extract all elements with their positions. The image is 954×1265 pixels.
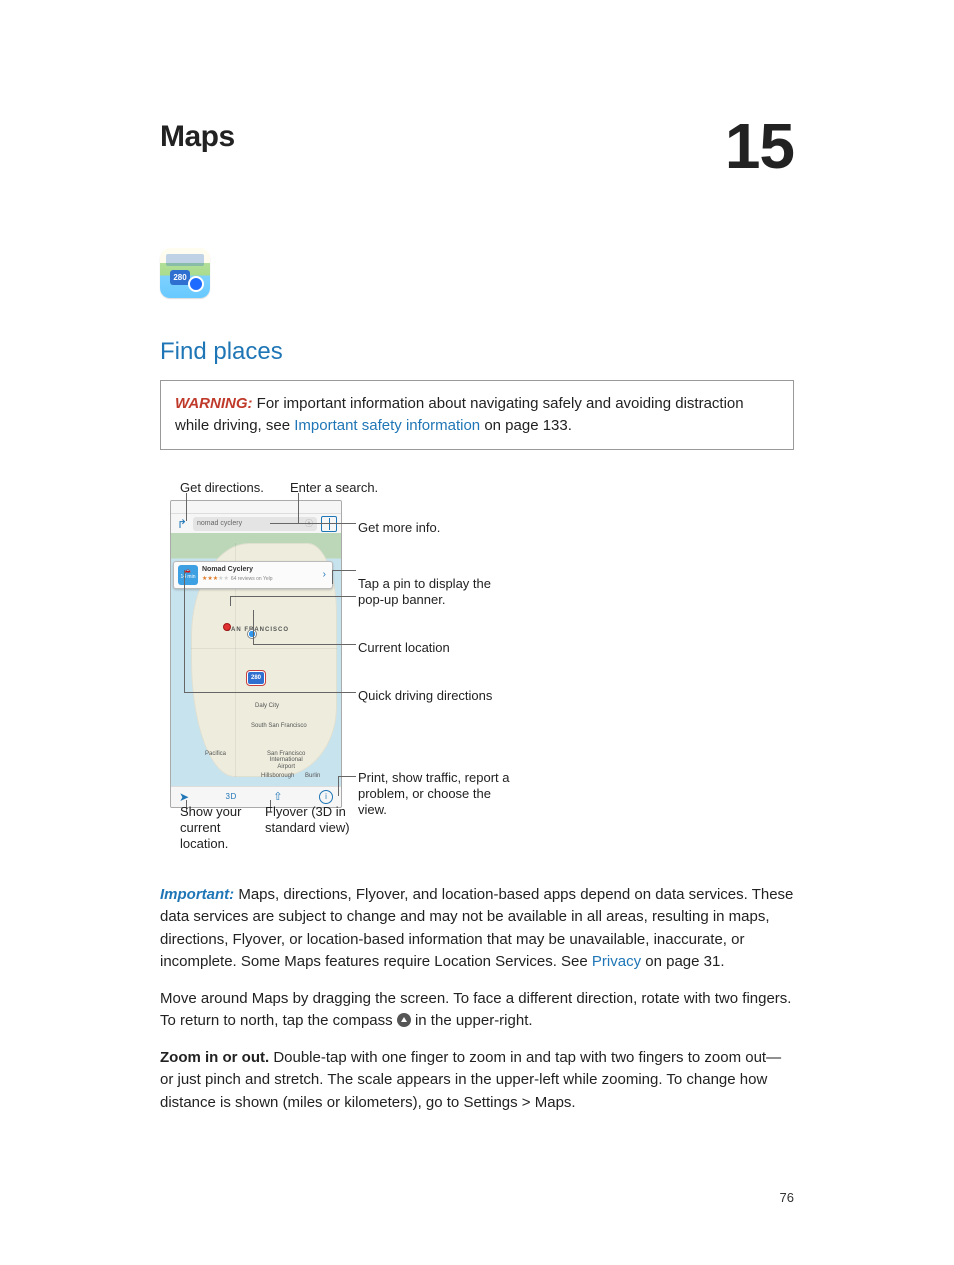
map-label-daly: Daly City: [255, 703, 279, 709]
section-heading: Find places: [160, 338, 794, 366]
important-label: Important:: [160, 886, 234, 903]
warning-label: WARNING:: [175, 395, 253, 412]
popup-title: Nomad Cyclery: [202, 566, 321, 574]
quick-drive-button[interactable]: 🚗 14 min: [178, 565, 198, 585]
maps-app-icon: 280: [160, 248, 210, 298]
route-shield-icon: 280: [247, 671, 265, 685]
page-number: 76: [780, 1190, 794, 1205]
callout-quick-driving: Quick driving directions: [358, 688, 498, 704]
info-icon[interactable]: i: [319, 790, 333, 804]
bookmarks-icon[interactable]: [321, 516, 337, 532]
map-label-sf: SAN FRANCISCO: [226, 627, 289, 633]
important-paragraph: Important: Maps, directions, Flyover, an…: [160, 884, 794, 974]
search-input-value: nomad cyclery: [197, 520, 242, 527]
leader-line: [298, 493, 299, 523]
callout-tap-pin: Tap a pin to display the pop-up banner.: [358, 576, 518, 609]
leader-line: [332, 570, 333, 584]
phone-mock: ↱ nomad cyclery ⓧ GGNRA SAN FRANCISCO Da…: [170, 500, 342, 808]
place-popup-banner[interactable]: 🚗 14 min Nomad Cyclery ★★★★★ 64 reviews …: [173, 561, 333, 589]
leader-line: [332, 570, 356, 571]
callout-get-directions: Get directions.: [180, 480, 264, 496]
leader-line: [230, 596, 231, 606]
rating-stars: ★★★★★: [202, 576, 229, 582]
privacy-link[interactable]: Privacy: [592, 953, 641, 970]
callout-show-your-location: Show your current location.: [180, 804, 260, 853]
clear-search-icon[interactable]: ⓧ: [305, 518, 313, 529]
callout-print-show: Print, show traffic, report a problem, o…: [358, 770, 518, 819]
compass-icon: [397, 1013, 411, 1027]
popup-reviews: 64 reviews on Yelp: [231, 576, 273, 582]
more-info-chevron-icon[interactable]: ›: [321, 569, 328, 580]
move-around-paragraph: Move around Maps by dragging the screen.…: [160, 988, 794, 1033]
zoom-paragraph: Zoom in or out. Double-tap with one fing…: [160, 1047, 794, 1115]
location-dot-icon: [188, 276, 204, 292]
move-text-2: in the upper-right.: [411, 1012, 533, 1029]
leader-line: [186, 493, 187, 521]
chapter-title: Maps: [160, 120, 235, 154]
safety-info-link[interactable]: Important safety information: [294, 417, 480, 434]
map-label-ssf: South San Francisco: [251, 723, 307, 729]
map-label-burlin: Burlin: [305, 773, 320, 779]
leader-line: [253, 610, 254, 644]
important-text-2: on page 31.: [641, 953, 724, 970]
search-bar-row: ↱ nomad cyclery ⓧ: [171, 514, 341, 535]
locate-me-icon[interactable]: ➤: [179, 790, 189, 804]
leader-line: [338, 776, 356, 777]
leader-line: [253, 644, 356, 645]
map-label-sfo: San FranciscoInternationalAirport: [267, 751, 305, 771]
leader-line: [270, 523, 356, 524]
warning-box: WARNING: For important information about…: [160, 380, 794, 450]
current-location-dot: [247, 629, 257, 639]
callout-flyover: Flyover (3D in standard view): [265, 804, 355, 837]
map-pin-icon[interactable]: [223, 623, 231, 631]
callout-current-location: Current location: [358, 640, 450, 656]
warning-text-2: on page 133.: [480, 417, 572, 434]
leader-line: [184, 692, 356, 693]
popup-text: Nomad Cyclery ★★★★★ 64 reviews on Yelp: [202, 566, 321, 583]
map-label-hillsborough: Hillsborough: [261, 773, 294, 779]
leader-line: [338, 776, 339, 796]
chapter-header: Maps 15: [160, 120, 794, 178]
map-label-pacifica: Pacifica: [205, 751, 226, 757]
leader-line: [230, 596, 356, 597]
callout-enter-search: Enter a search.: [290, 480, 378, 496]
status-bar: [171, 501, 341, 514]
route-shield-280: 280: [170, 270, 190, 285]
maps-annotated-figure: ↱ nomad cyclery ⓧ GGNRA SAN FRANCISCO Da…: [160, 480, 794, 860]
share-icon[interactable]: ⇧: [273, 790, 282, 803]
zoom-lead: Zoom in or out.: [160, 1049, 269, 1066]
leader-line: [184, 570, 185, 692]
drive-eta: 14 min: [180, 575, 195, 581]
chapter-number: 15: [725, 114, 794, 178]
callout-get-more-info: Get more info.: [358, 520, 440, 536]
3d-toggle-button[interactable]: 3D: [226, 792, 237, 801]
